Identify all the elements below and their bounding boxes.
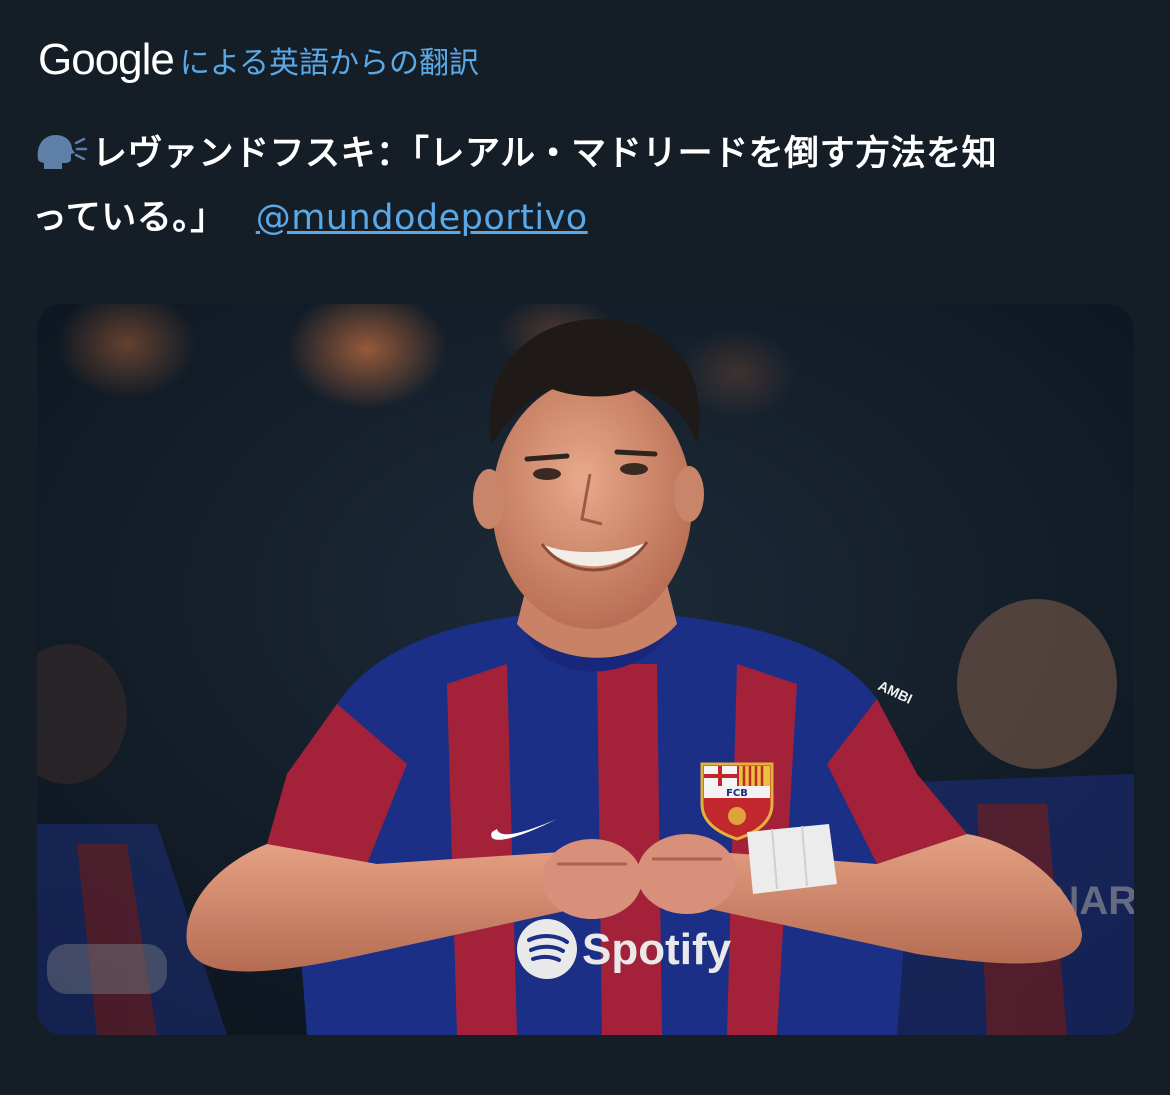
speaking-head-icon [32, 129, 88, 173]
translation-bar: Google による英語からの翻訳 [38, 30, 479, 90]
sponsor-text: Spotify [582, 925, 732, 974]
tweet-media-image[interactable]: A. ANAR AMBI [37, 304, 1134, 1035]
player-photo: A. ANAR AMBI [37, 304, 1134, 1035]
tweet-text-line-2: っている。」 [32, 198, 226, 238]
tweet-translation-view: Google による英語からの翻訳 レヴァンドフスキ：「レアル・マドリードを倒す… [0, 0, 1170, 1095]
sponsor-logo: Spotify [517, 919, 732, 979]
google-logo: Google [38, 35, 175, 84]
crest-text: FCB [726, 788, 748, 799]
translated-from-label[interactable]: による英語からの翻訳 [180, 38, 479, 82]
tweet-text-line-1: レヴァンドフスキ：「レアル・マドリードを倒す方法を知 [92, 134, 998, 174]
mention-link[interactable]: @mundodeportivo [256, 198, 588, 238]
fc-barcelona-crest: FCB [700, 762, 774, 841]
tweet-text: レヴァンドフスキ：「レアル・マドリードを倒す方法を知 っている。」 @mundod… [32, 122, 1132, 250]
